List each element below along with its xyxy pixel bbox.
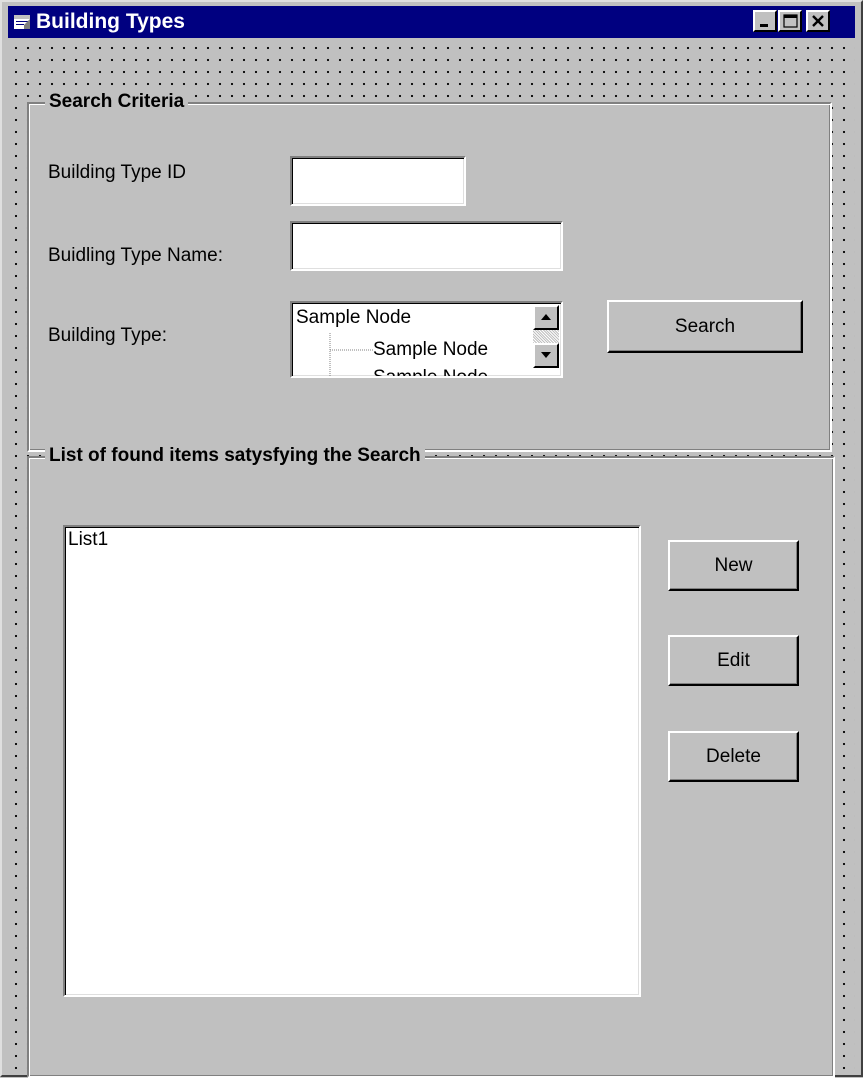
results-caption: List of found items satysfying the Searc… (45, 445, 425, 467)
title-bar[interactable]: Building Types (8, 6, 855, 38)
arrow-down-icon (541, 352, 551, 358)
window-title: Building Types (36, 10, 185, 33)
search-criteria-frame: Search Criteria Building Type ID Buidlin… (27, 91, 832, 452)
maximize-button[interactable] (778, 10, 802, 32)
building-type-label: Building Type: (48, 325, 168, 346)
building-types-window: Building Types Search Criteria Building … (0, 0, 863, 1078)
tree-node-child-clipped[interactable]: Sample Node (373, 367, 488, 376)
building-type-id-input[interactable] (290, 156, 466, 206)
new-button[interactable]: New (668, 540, 799, 591)
scroll-down-button[interactable] (533, 343, 559, 368)
listbox-placeholder: List1 (68, 529, 109, 550)
scrollbar-track[interactable] (533, 330, 559, 343)
form-icon (14, 15, 30, 29)
minimize-icon (760, 24, 768, 27)
arrow-up-icon (541, 314, 551, 320)
form-client-area: Search Criteria Building Type ID Buidlin… (8, 42, 855, 1078)
scroll-up-button[interactable] (533, 305, 559, 330)
tree-connector-lines (329, 333, 374, 376)
building-type-name-input[interactable] (290, 221, 563, 271)
edit-button[interactable]: Edit (668, 635, 799, 686)
delete-button[interactable]: Delete (668, 731, 799, 782)
search-criteria-caption: Search Criteria (45, 91, 189, 113)
tree-node-root[interactable]: Sample Node (296, 307, 411, 329)
results-frame: List of found items satysfying the Searc… (27, 445, 835, 1078)
search-button[interactable]: Search (607, 300, 803, 353)
maximize-icon (783, 14, 798, 28)
close-icon (812, 15, 824, 27)
building-type-treeview[interactable]: Sample Node Sample Node Sample Node (290, 301, 563, 378)
results-listbox[interactable]: List1 (63, 525, 641, 997)
tree-node-child[interactable]: Sample Node (373, 339, 488, 361)
minimize-button[interactable] (753, 10, 777, 32)
building-type-id-label: Building Type ID (48, 162, 187, 183)
close-button[interactable] (806, 10, 830, 32)
building-type-name-label: Buidling Type Name: (48, 245, 223, 266)
